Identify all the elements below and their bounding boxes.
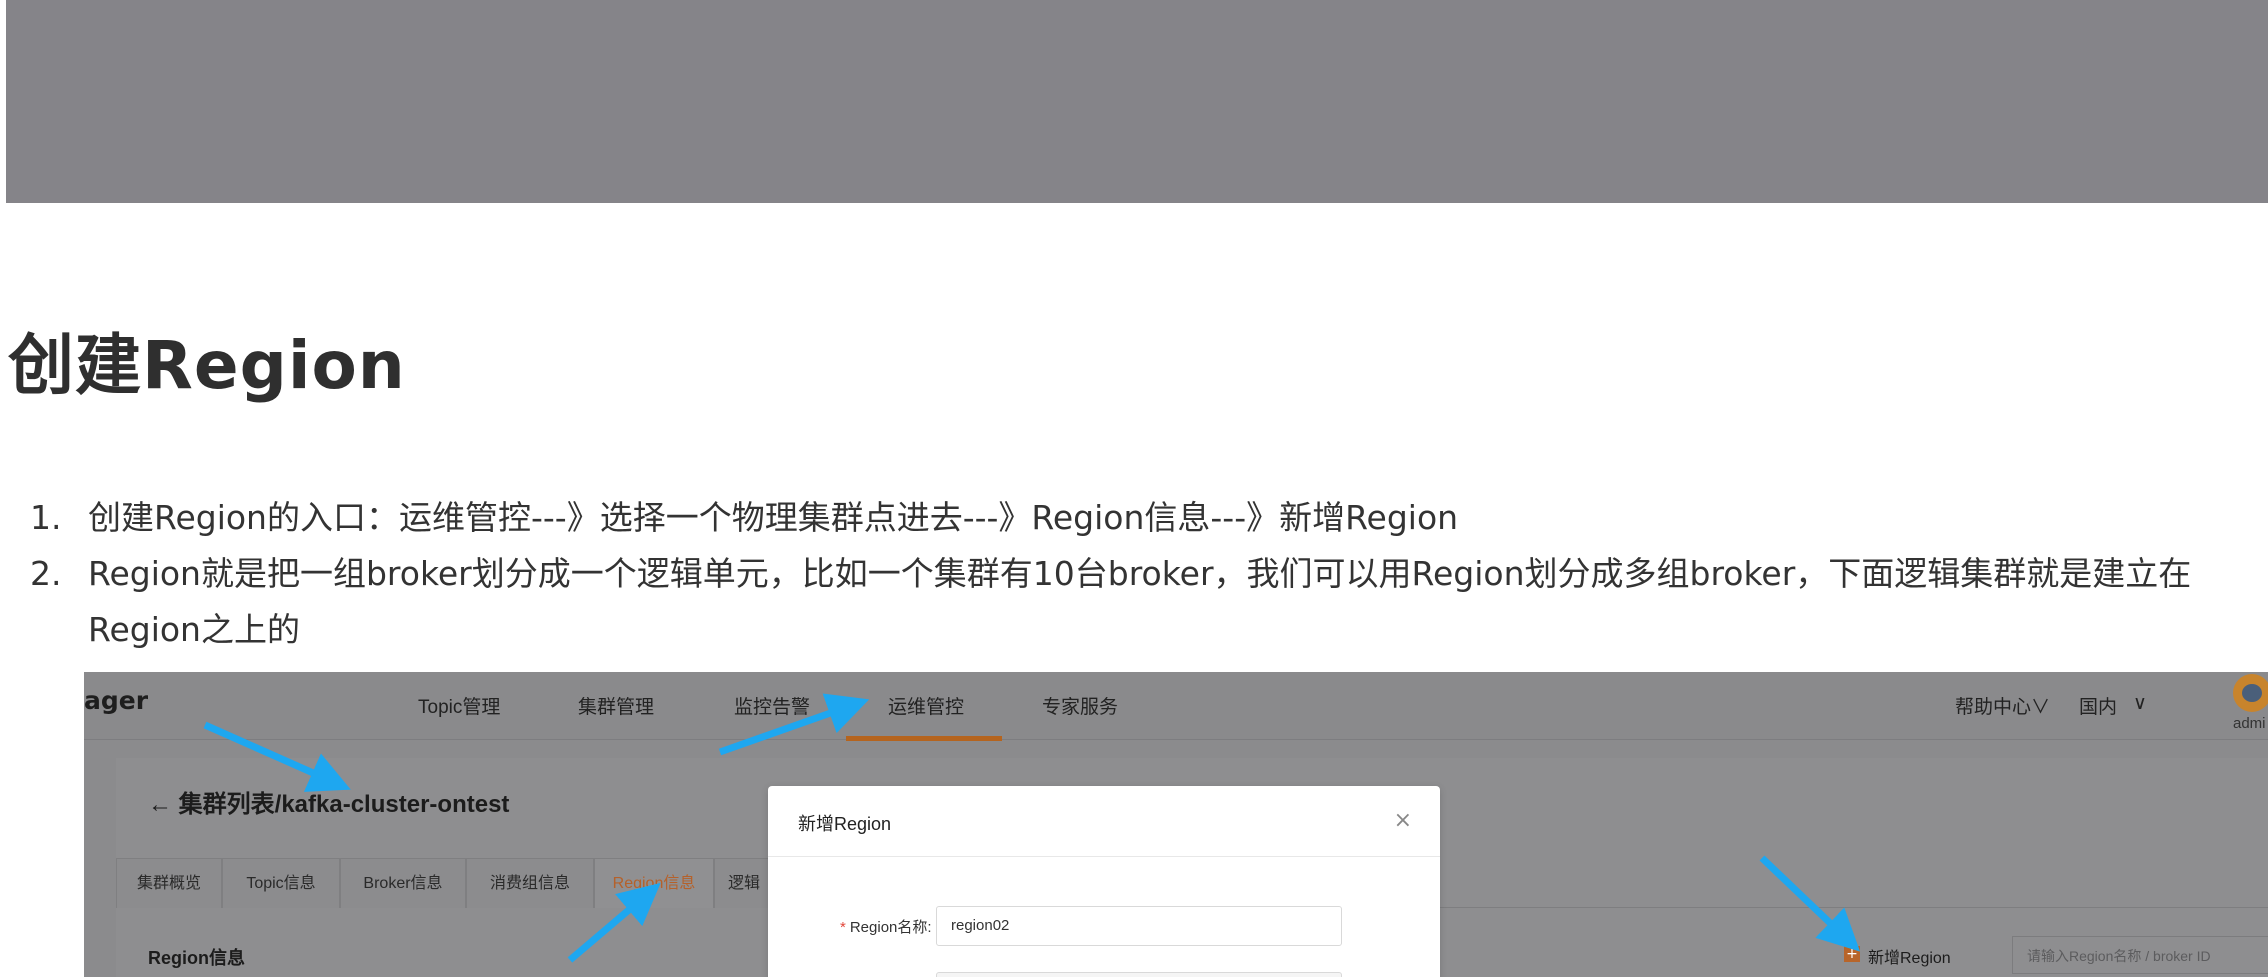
help-center-menu[interactable]: 帮助中心∨ — [1955, 692, 2050, 719]
tab-consumer-group[interactable]: 消费组信息 — [466, 858, 594, 908]
region-select[interactable]: 国内 — [2079, 692, 2117, 719]
nav-active-indicator — [846, 736, 1002, 741]
tab-overview[interactable]: 集群概览 — [116, 858, 222, 908]
section-title: Region信息 — [148, 948, 245, 968]
app-navbar — [84, 672, 2268, 740]
step-item: 1. 创建Region的入口：运维管控---》选择一个物理集群点进去---》Re… — [30, 490, 2268, 546]
tab-region[interactable]: Region信息 — [594, 858, 714, 908]
region-name-input[interactable]: region02 — [936, 906, 1342, 946]
nav-expert[interactable]: 专家服务 — [1042, 692, 1118, 719]
page-heading: 创建Region — [8, 327, 406, 404]
plus-icon[interactable]: + — [1844, 946, 1860, 962]
avatar[interactable] — [2233, 674, 2268, 712]
nav-cluster[interactable]: 集群管理 — [578, 692, 654, 719]
modal-title: 新增Region — [798, 814, 892, 834]
broker-select-input[interactable] — [936, 972, 1342, 977]
field-label-text: Region名称: — [849, 919, 932, 936]
search-input[interactable]: 请输入Region名称 / broker ID — [2012, 936, 2268, 974]
step-item: 2. Region就是把一组broker划分成一个逻辑单元，比如一个集群有10台… — [30, 546, 2268, 658]
tab-broker[interactable]: Broker信息 — [340, 858, 466, 908]
nav-topic[interactable]: Topic管理 — [418, 692, 500, 719]
steps-list: 1. 创建Region的入口：运维管控---》选择一个物理集群点进去---》Re… — [30, 490, 2268, 658]
modal-divider — [768, 856, 1440, 857]
app-brand: ager — [84, 686, 149, 715]
close-icon[interactable]: × — [1394, 808, 1412, 833]
region-name-label: * Region名称: — [840, 916, 932, 937]
embedded-screenshot: ager Topic管理 集群管理 监控告警 运维管控 专家服务 帮助中心∨ 国… — [84, 672, 2268, 977]
step-text: 创建Region的入口：运维管控---》选择一个物理集群点进去---》Regio… — [88, 498, 1459, 537]
user-name: admi — [2233, 715, 2266, 732]
required-mark: * — [840, 919, 846, 936]
chevron-down-icon[interactable]: ∨ — [2133, 692, 2147, 715]
step-text: Region就是把一组broker划分成一个逻辑单元，比如一个集群有10台bro… — [88, 554, 2192, 649]
step-number: 1. — [30, 498, 62, 537]
nav-ops[interactable]: 运维管控 — [888, 692, 964, 719]
top-banner — [6, 0, 2268, 203]
breadcrumb[interactable]: ← 集群列表/kafka-cluster-ontest — [148, 784, 509, 819]
tab-topic[interactable]: Topic信息 — [222, 858, 340, 908]
nav-monitor[interactable]: 监控告警 — [734, 692, 810, 719]
add-region-modal: 新增Region × * Region名称: region02 — [768, 786, 1440, 977]
add-region-button[interactable]: 新增Region — [1868, 944, 1951, 968]
step-number: 2. — [30, 554, 62, 593]
tab-logical[interactable]: 逻辑 — [714, 858, 774, 908]
